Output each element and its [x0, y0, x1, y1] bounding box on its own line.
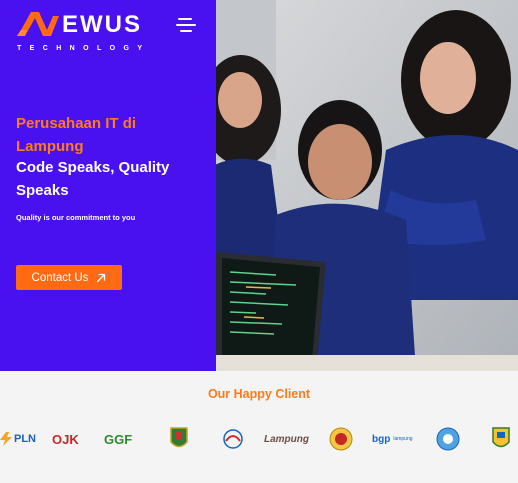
client-logo-ggf: GGF — [104, 431, 133, 447]
shield-emblem-icon — [492, 427, 510, 448]
clients-title: Our Happy Client — [207, 387, 311, 401]
pln-bolt-icon — [0, 432, 12, 446]
brand-logo[interactable]: EWUS TECHNOLOGY — [17, 11, 147, 52]
client-logo-seal-1 — [329, 423, 353, 455]
client-logo-ojk: OJK — [52, 431, 79, 447]
hero-panel: EWUS TECHNOLOGY Perusahaan IT di Lampung… — [0, 0, 216, 371]
team-photo-illustration — [216, 0, 518, 371]
hero-subline: Quality is our commitment to you — [16, 213, 136, 222]
client-logo-lampung-emblem — [170, 423, 188, 455]
client-logo-bgp: bgp lampung — [372, 433, 413, 445]
hamburger-menu-icon[interactable] — [176, 18, 196, 32]
hero-headline: Code Speaks, Quality Speaks — [16, 159, 170, 199]
client-logo-seal-2 — [436, 423, 460, 455]
hero-section: EWUS TECHNOLOGY Perusahaan IT di Lampung… — [0, 0, 518, 371]
ewus-logo-mark-icon — [17, 12, 59, 36]
client-logo-lampung: Lampung — [264, 433, 309, 445]
client-logo-pertamina — [222, 423, 244, 455]
lampung-shield-icon — [170, 427, 188, 448]
contact-us-button[interactable]: Contact Us — [16, 265, 122, 290]
clients-section: Our Happy Client PLN OJK GGF Lampung bgp… — [0, 371, 518, 483]
arrow-up-right-icon — [97, 273, 106, 282]
client-logo-pln: PLN — [0, 423, 36, 455]
brand-subtitle: TECHNOLOGY — [17, 45, 151, 52]
blue-seal-icon — [436, 427, 460, 451]
hero-tagline: Perusahaan IT di Lampung — [16, 115, 137, 155]
hero-team-photo — [216, 0, 518, 371]
client-logo-emblem — [492, 423, 510, 455]
pertamina-mark-icon — [223, 429, 243, 449]
gold-seal-icon — [329, 427, 353, 451]
brand-name: EWUS — [62, 11, 142, 38]
client-logo-row: PLN OJK GGF Lampung bgp lampung — [0, 423, 518, 455]
contact-us-label: Contact Us — [31, 271, 89, 284]
